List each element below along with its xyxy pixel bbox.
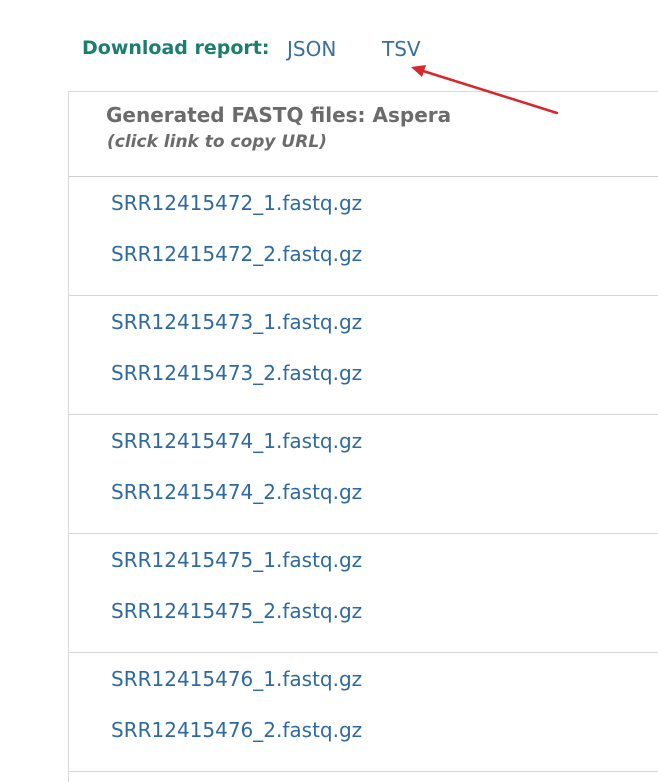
fastq-file-link[interactable]: SRR12415473_2.fastq.gz: [111, 361, 362, 385]
fastq-files-panel: Generated FASTQ files: Aspera (click lin…: [68, 91, 658, 782]
fastq-file-link[interactable]: SRR12415476_2.fastq.gz: [111, 718, 362, 742]
fastq-file-link[interactable]: SRR12415476_1.fastq.gz: [111, 667, 362, 691]
file-group: SRR12415473_1.fastq.gz SRR12415473_2.fas…: [69, 296, 658, 415]
file-group: SRR12415472_1.fastq.gz SRR12415472_2.fas…: [69, 177, 658, 296]
file-group: SRR12415475_1.fastq.gz SRR12415475_2.fas…: [69, 534, 658, 653]
file-group: SRR12415476_1.fastq.gz SRR12415476_2.fas…: [69, 653, 658, 772]
download-tsv-link[interactable]: TSV: [382, 37, 421, 61]
panel-title: Generated FASTQ files: Aspera: [106, 103, 452, 127]
download-report-bar: Download report:: [82, 34, 269, 62]
fastq-file-link[interactable]: SRR12415475_1.fastq.gz: [111, 548, 362, 572]
panel-subtitle: (click link to copy URL): [107, 132, 327, 152]
fastq-file-link[interactable]: SRR12415472_1.fastq.gz: [111, 191, 362, 215]
fastq-file-link[interactable]: SRR12415475_2.fastq.gz: [111, 599, 362, 623]
file-group: SRR12415474_1.fastq.gz SRR12415474_2.fas…: [69, 415, 658, 534]
fastq-file-link[interactable]: SRR12415474_2.fastq.gz: [111, 480, 362, 504]
fastq-file-link[interactable]: SRR12415473_1.fastq.gz: [111, 310, 362, 334]
fastq-file-link[interactable]: SRR12415474_1.fastq.gz: [111, 429, 362, 453]
download-report-label: Download report:: [82, 37, 270, 59]
download-json-link[interactable]: JSON: [287, 37, 336, 61]
fastq-file-link[interactable]: SRR12415472_2.fastq.gz: [111, 242, 362, 266]
panel-header: Generated FASTQ files: Aspera (click lin…: [69, 92, 658, 177]
